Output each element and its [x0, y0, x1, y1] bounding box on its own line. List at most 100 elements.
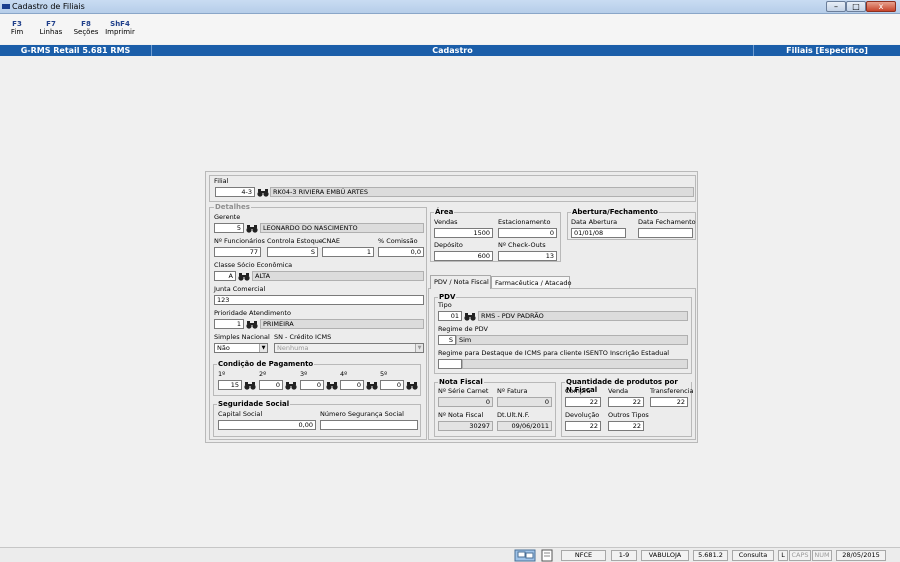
cond-4-input[interactable]: 0 — [340, 380, 364, 390]
filial-form: Filial 4-3 RK04-3 RIVIERA EMBÚ ARTES Det… — [205, 171, 698, 443]
module-banner: G-RMS Retail 5.681 RMS Cadastro Filiais … — [0, 45, 900, 56]
binoculars-search-icon[interactable] — [246, 224, 258, 233]
cond-5-input[interactable]: 0 — [380, 380, 404, 390]
tab-panel: PDV Tipo 01 RMS - PDV PADRÃO Regime de P… — [428, 288, 696, 440]
fatura-input[interactable]: 0 — [497, 397, 552, 407]
cond-4-label: 4º — [340, 370, 348, 378]
funcionarios-input[interactable]: 77 — [214, 247, 261, 257]
sn-credito-label: SN - Crédito ICMS — [274, 333, 332, 341]
capital-social-label: Capital Social — [218, 410, 263, 418]
binoculars-search-icon[interactable] — [257, 188, 269, 197]
filial-label: Filial — [214, 177, 229, 185]
detalhes-legend: Detalhes — [214, 203, 251, 211]
capital-social-input[interactable]: 0,00 — [218, 420, 316, 430]
junta-input[interactable]: 123 — [214, 295, 424, 305]
status-l: L — [778, 550, 788, 561]
dt-ult-nf-input[interactable]: 09/06/2011 — [497, 421, 552, 431]
binoculars-search-icon[interactable] — [406, 381, 418, 390]
outros-tipos-input[interactable]: 22 — [608, 421, 644, 431]
fatura-label: Nº Fatura — [497, 387, 528, 395]
pdv-group: PDV Tipo 01 RMS - PDV PADRÃO Regime de P… — [434, 293, 692, 374]
classe-label: Classe Sócio Econômica — [214, 261, 293, 269]
cond-5-label: 5º — [380, 370, 388, 378]
binoculars-search-icon[interactable] — [244, 381, 256, 390]
serie-carnet-input[interactable]: 0 — [438, 397, 493, 407]
comissao-label: % Comissão — [378, 237, 418, 245]
function-key-toolbar: F3 Fim F7 Linhas F8 Seções ShF4 Imprimir — [0, 14, 900, 44]
tipo-label: Tipo — [438, 301, 452, 309]
data-abertura-label: Data Abertura — [571, 218, 618, 226]
condicao-legend: Condição de Pagamento — [217, 360, 315, 368]
status-num: NUM — [812, 550, 832, 561]
compra-label: Compra — [565, 387, 591, 395]
controle-estoque-input[interactable]: S — [267, 247, 318, 257]
shf4-imprimir-button[interactable]: ShF4 Imprimir — [104, 20, 136, 36]
sn-credito-select[interactable]: Nenhuma ▼ — [274, 343, 424, 353]
regime-destaque-label: Regime para Destaque de ICMS para client… — [438, 349, 670, 357]
filial-code-input[interactable]: 4-3 — [215, 187, 255, 197]
app-icon — [2, 4, 10, 9]
minimize-button[interactable]: – — [826, 1, 846, 12]
cnae-input[interactable]: 1 — [322, 247, 374, 257]
classe-name-display: ALTA — [252, 271, 424, 281]
f3-fim-button[interactable]: F3 Fim — [4, 20, 30, 36]
gerente-name-display: LEONARDO DO NASCIMENTO — [260, 223, 424, 233]
gerente-code-input[interactable]: 5 — [214, 223, 244, 233]
data-abertura-input[interactable]: 01/01/08 — [571, 228, 626, 238]
nota-fiscal-numero-input[interactable]: 30297 — [438, 421, 493, 431]
chevron-down-icon[interactable]: ▼ — [415, 344, 423, 352]
nota-fiscal-numero-label: Nº Nota Fiscal — [438, 411, 484, 419]
maximize-button[interactable]: □ — [846, 1, 866, 12]
screen-section: Cadastro — [152, 45, 754, 56]
prioridade-code-input[interactable]: 1 — [214, 319, 244, 329]
data-fechamento-label: Data Fechamento — [638, 218, 696, 226]
binoculars-search-icon[interactable] — [238, 272, 250, 281]
data-fechamento-input[interactable] — [638, 228, 693, 238]
chevron-down-icon[interactable]: ▼ — [259, 344, 267, 352]
f7-linhas-button[interactable]: F7 Linhas — [38, 20, 64, 36]
nota-fiscal-group: Nota Fiscal Nº Série Carnet Nº Fatura 0 … — [434, 378, 556, 437]
deposito-input[interactable]: 600 — [434, 251, 493, 261]
regime-destaque-code-input[interactable] — [438, 359, 462, 369]
binoculars-search-icon[interactable] — [366, 381, 378, 390]
regime-destaque-display — [462, 359, 688, 369]
cond-2-input[interactable]: 0 — [259, 380, 283, 390]
cnae-label: CNAE — [322, 237, 340, 245]
regime-pdv-code-input[interactable]: S — [438, 335, 456, 345]
prioridade-name-display: PRIMEIRA — [260, 319, 424, 329]
system-version: G-RMS Retail 5.681 RMS — [0, 45, 152, 56]
transferencia-input[interactable]: 22 — [650, 397, 688, 407]
cond-1-input[interactable]: 15 — [218, 380, 242, 390]
cond-3-input[interactable]: 0 — [300, 380, 324, 390]
close-button[interactable]: x — [866, 1, 896, 12]
binoculars-search-icon[interactable] — [285, 381, 297, 390]
simples-select[interactable]: Não ▼ — [214, 343, 268, 353]
dt-ult-nf-label: Dt.Ult.N.F. — [497, 411, 530, 419]
checkouts-input[interactable]: 13 — [498, 251, 557, 261]
binoculars-search-icon[interactable] — [326, 381, 338, 390]
status-mode: Consulta — [732, 550, 774, 561]
classe-code-input[interactable]: A — [214, 271, 236, 281]
estacionamento-input[interactable]: 0 — [498, 228, 557, 238]
estacionamento-label: Estacionamento — [498, 218, 551, 226]
venda-input[interactable]: 22 — [608, 397, 644, 407]
devolucao-input[interactable]: 22 — [565, 421, 601, 431]
comissao-input[interactable]: 0,0 — [378, 247, 424, 257]
compra-input[interactable]: 22 — [565, 397, 601, 407]
f8-secoes-button[interactable]: F8 Seções — [72, 20, 100, 36]
condicao-pagamento-group: Condição de Pagamento 1º 2º 3º 4º 5º 15 … — [213, 360, 421, 396]
pdv-legend: PDV — [438, 293, 457, 301]
vendas-input[interactable]: 1500 — [434, 228, 493, 238]
binoculars-search-icon[interactable] — [246, 320, 258, 329]
title-bar: Cadastro de Filiais – □ x — [0, 0, 900, 14]
window-title: Cadastro de Filiais — [12, 2, 85, 11]
tipo-code-input[interactable]: 01 — [438, 311, 462, 321]
binoculars-search-icon[interactable] — [464, 312, 476, 321]
tab-pdv-nota-fiscal[interactable]: PDV / Nota Fiscal — [430, 275, 491, 289]
seguridade-social-group: Seguridade Social Capital Social Número … — [213, 400, 421, 437]
regime-pdv-label: Regime de PDV — [438, 325, 489, 333]
numero-seguranca-input[interactable] — [320, 420, 418, 430]
area-group: Área Vendas Estacionamento 1500 0 Depósi… — [430, 208, 561, 262]
outros-tipos-label: Outros Tipos — [608, 411, 649, 419]
filial-group: Filial 4-3 RK04-3 RIVIERA EMBÚ ARTES — [209, 175, 696, 202]
